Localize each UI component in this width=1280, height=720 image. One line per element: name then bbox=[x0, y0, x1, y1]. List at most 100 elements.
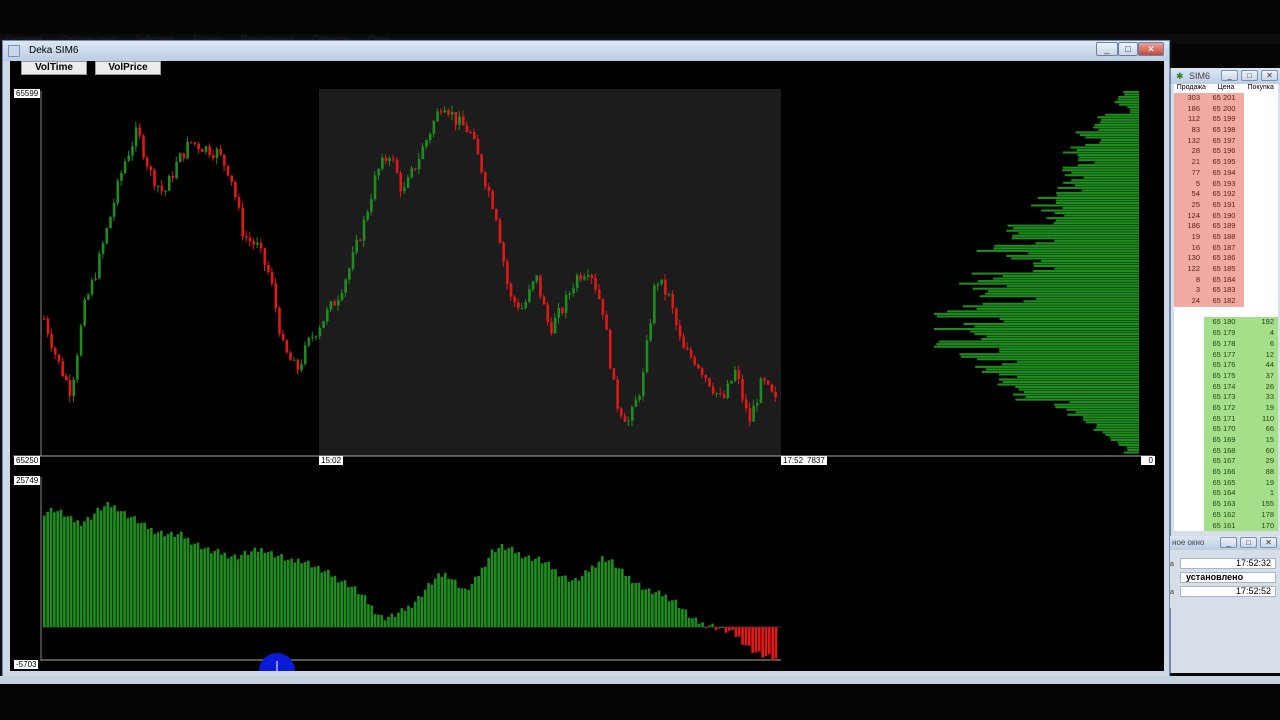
delta-bar bbox=[223, 552, 227, 628]
order-book-titlebar[interactable]: ✱ SIM6 _ □ ✕ bbox=[1171, 68, 1280, 84]
order-book-bid-row[interactable]: 65 180 192 bbox=[1174, 317, 1278, 329]
order-book-bid-row[interactable]: 65 161 170 bbox=[1174, 520, 1278, 532]
delta-bar bbox=[450, 579, 454, 628]
delta-bar bbox=[236, 559, 240, 628]
profile-bar bbox=[1085, 143, 1139, 147]
ob-close-button[interactable]: ✕ bbox=[1261, 70, 1278, 81]
order-book-bid-row[interactable]: 65 171 110 bbox=[1174, 413, 1278, 425]
candle-body bbox=[539, 275, 542, 297]
order-book-ask-row[interactable]: 130 65 186 bbox=[1174, 253, 1278, 264]
order-book-bid-row[interactable]: 65 178 6 bbox=[1174, 338, 1278, 350]
profile-bar bbox=[999, 373, 1139, 376]
delta-bar bbox=[570, 580, 574, 628]
order-book-ask-row[interactable]: 186 65 189 bbox=[1174, 221, 1278, 232]
chart-area[interactable]: VolTime VolPrice 65599 65250 15:02 17:52… bbox=[10, 61, 1164, 671]
delta-bar bbox=[764, 627, 768, 657]
delta-bar bbox=[377, 614, 380, 628]
candle-body bbox=[197, 143, 200, 150]
order-book-ask-row[interactable]: 28 65 196 bbox=[1174, 146, 1278, 158]
order-book-ask-row[interactable]: 186 65 200 bbox=[1174, 103, 1278, 115]
status-panel-titlebar[interactable]: ное окно _ □ ✕ bbox=[1170, 536, 1280, 550]
status-maximize-button[interactable]: □ bbox=[1240, 537, 1257, 548]
candle-body bbox=[631, 407, 634, 421]
order-book-ask-row[interactable]: 3 65 183 bbox=[1174, 285, 1278, 297]
order-book-ask-row[interactable]: 112 65 199 bbox=[1174, 114, 1278, 126]
order-book-bid-row[interactable]: 65 172 19 bbox=[1174, 402, 1278, 414]
profile-bar bbox=[1006, 254, 1139, 257]
ask-buy-empty bbox=[1244, 178, 1278, 190]
profile-bar bbox=[959, 353, 1139, 356]
minimize-button[interactable]: _ bbox=[1096, 42, 1118, 56]
order-book-ask-row[interactable]: 25 65 191 bbox=[1174, 199, 1278, 211]
candle-body bbox=[153, 170, 156, 187]
delta-bar bbox=[99, 510, 103, 628]
ask-price: 65 182 bbox=[1204, 296, 1244, 307]
order-book-ask-row[interactable]: 16 65 187 bbox=[1174, 242, 1278, 254]
profile-bar bbox=[1025, 396, 1139, 399]
order-book-ask-row[interactable]: 83 65 198 bbox=[1174, 125, 1278, 136]
order-book-bid-row[interactable]: 65 167 29 bbox=[1174, 456, 1278, 468]
delta-bar bbox=[240, 555, 243, 628]
profile-bar bbox=[1064, 174, 1139, 177]
order-book-ask-row[interactable]: 8 65 184 bbox=[1174, 274, 1278, 286]
bid-price: 65 173 bbox=[1204, 392, 1244, 403]
order-book-bid-row[interactable]: 65 163 155 bbox=[1174, 499, 1278, 510]
order-book-ask-row[interactable]: 303 65 201 bbox=[1174, 93, 1278, 104]
candle-body bbox=[410, 168, 414, 178]
profile-bar bbox=[1053, 222, 1139, 225]
order-book-ask-row[interactable]: 54 65 192 bbox=[1174, 189, 1278, 200]
maximize-button[interactable]: □ bbox=[1118, 42, 1138, 56]
candle-body bbox=[76, 355, 79, 380]
candle-body bbox=[553, 317, 557, 334]
order-book-ask-row[interactable]: 132 65 197 bbox=[1174, 135, 1278, 147]
candle-body bbox=[116, 180, 120, 203]
candle-body bbox=[127, 155, 131, 161]
delta-bar bbox=[457, 587, 460, 628]
order-book-ask-row[interactable]: 5 65 193 bbox=[1174, 178, 1278, 190]
order-book-bid-row[interactable]: 65 165 19 bbox=[1174, 477, 1278, 489]
bid-volume: 4 bbox=[1244, 328, 1278, 339]
delta-bar bbox=[547, 561, 551, 628]
order-book-bid-row[interactable]: 65 179 4 bbox=[1174, 328, 1278, 339]
bottom-scrollbar[interactable] bbox=[0, 676, 1280, 684]
close-button[interactable]: ✕ bbox=[1138, 42, 1164, 56]
order-book-ask-row[interactable]: 122 65 185 bbox=[1174, 264, 1278, 275]
profile-bar bbox=[1001, 363, 1139, 366]
candle-body bbox=[274, 283, 278, 308]
order-book-ask-row[interactable]: 124 65 190 bbox=[1174, 210, 1278, 222]
order-book-bid-row[interactable]: 65 173 33 bbox=[1174, 392, 1278, 403]
profile-bar bbox=[1085, 136, 1139, 139]
order-book-bid-row[interactable]: 65 162 178 bbox=[1174, 509, 1278, 521]
candle-body bbox=[223, 154, 226, 166]
ob-minimize-button[interactable]: _ bbox=[1221, 70, 1238, 81]
order-book-bid-row[interactable]: 65 176 44 bbox=[1174, 360, 1278, 371]
order-book-ask-row[interactable]: 21 65 195 bbox=[1174, 157, 1278, 168]
order-book-bid-row[interactable]: 65 175 37 bbox=[1174, 370, 1278, 382]
status-close-button[interactable]: ✕ bbox=[1260, 537, 1277, 548]
order-book-ask-row[interactable]: 77 65 194 bbox=[1174, 167, 1278, 179]
delta-bar bbox=[46, 511, 50, 628]
order-book-bid-row[interactable]: 65 174 26 bbox=[1174, 381, 1278, 393]
order-book-bid-row[interactable]: 65 168 60 bbox=[1174, 445, 1278, 457]
window-titlebar[interactable]: Deka SIM6 _ □ ✕ bbox=[3, 41, 1169, 61]
delta-bar bbox=[534, 558, 537, 628]
status-panel-title: ное окно bbox=[1172, 538, 1205, 547]
candle-body bbox=[608, 329, 612, 369]
ob-maximize-button[interactable]: □ bbox=[1241, 70, 1258, 81]
delta-bar bbox=[624, 576, 627, 628]
order-book-bid-row[interactable]: 65 169 15 bbox=[1174, 435, 1278, 446]
profile-bar bbox=[1130, 111, 1139, 114]
delta-bar bbox=[320, 572, 323, 628]
order-book-bid-row[interactable]: 65 170 66 bbox=[1174, 424, 1278, 435]
delta-bar bbox=[564, 575, 567, 628]
order-book-bid-row[interactable]: 65 164 1 bbox=[1174, 488, 1278, 500]
delta-bar bbox=[737, 627, 741, 637]
order-book-bid-row[interactable]: 65 177 12 bbox=[1174, 349, 1278, 361]
profile-bar bbox=[1126, 446, 1139, 449]
profile-bar bbox=[1054, 212, 1139, 215]
bid-price: 65 174 bbox=[1204, 381, 1244, 393]
order-book-ask-row[interactable]: 24 65 182 bbox=[1174, 296, 1278, 307]
order-book-bid-row[interactable]: 65 166 88 bbox=[1174, 467, 1278, 478]
status-minimize-button[interactable]: _ bbox=[1220, 537, 1237, 548]
order-book-ask-row[interactable]: 19 65 188 bbox=[1174, 231, 1278, 243]
